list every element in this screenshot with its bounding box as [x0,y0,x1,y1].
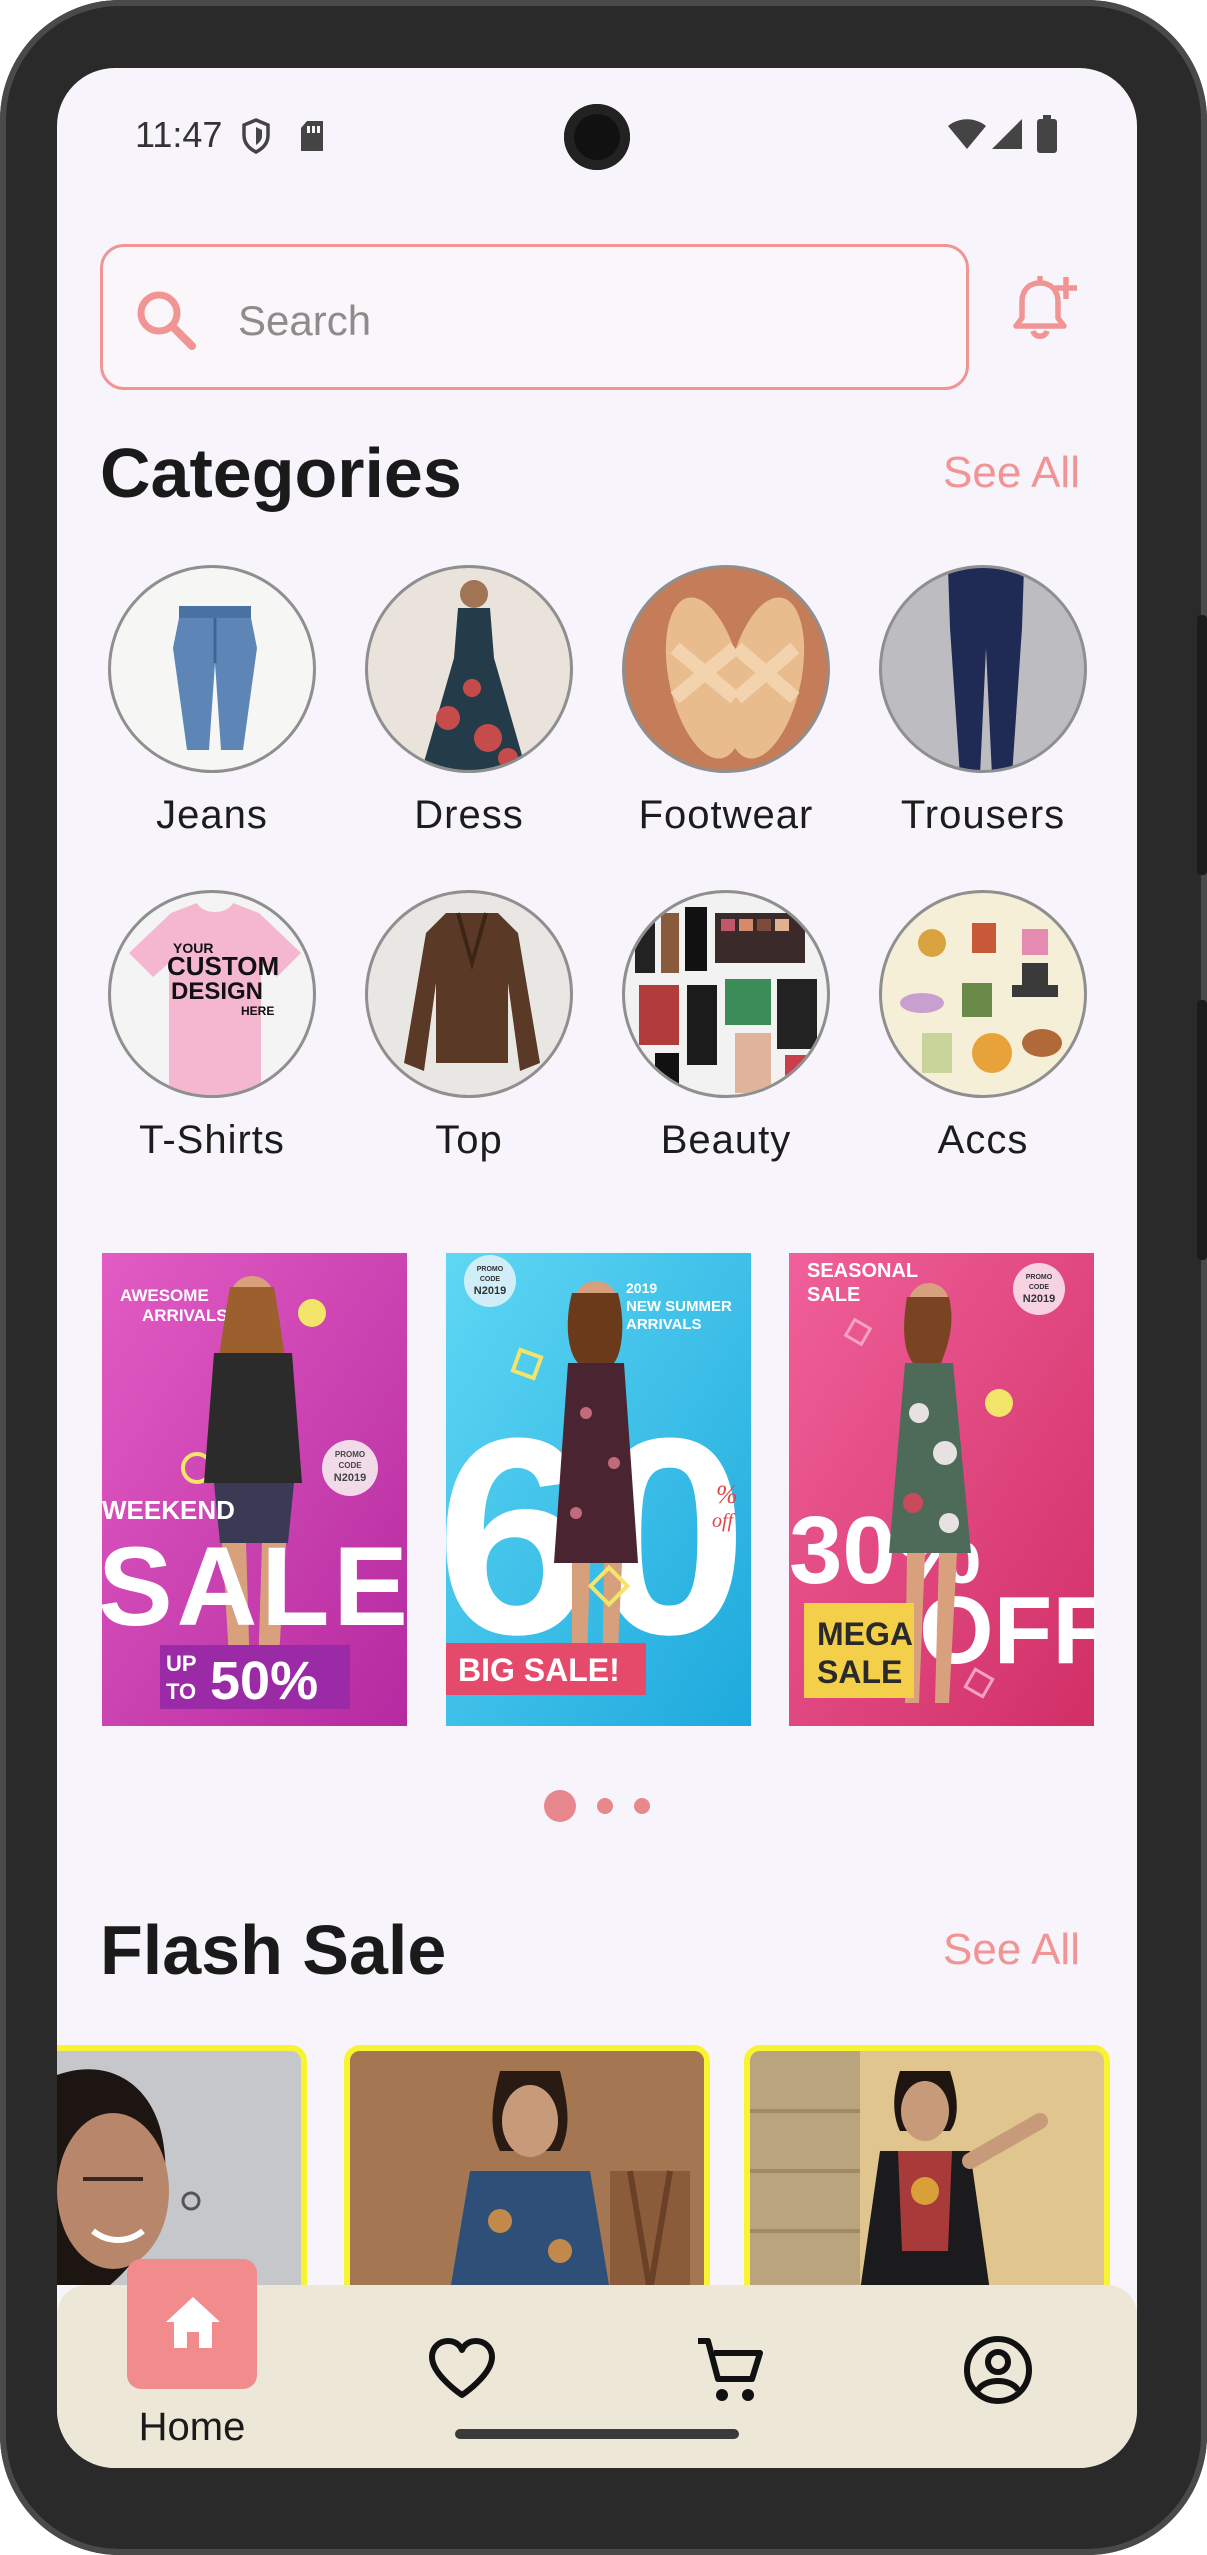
bottom-navigation: Home [57,2259,1137,2468]
volume-button [1197,615,1207,875]
tshirt-print-line-2: CUSTOM [167,951,279,981]
banner-1-percent-text: 50% [210,1651,318,1711]
nav-home-button[interactable] [127,2259,257,2389]
banner-2-percent-sign: % [716,1480,738,1509]
cart-icon[interactable] [694,2335,766,2407]
phone-frame: 11:47 Search Categories See All Jeans Dr… [0,0,1207,2555]
status-bar: 11:47 [57,68,1137,198]
banner-2-tag-text: BIG SALE! [458,1652,620,1688]
dress-image [365,565,573,773]
flash-sale-title: Flash Sale [100,1911,447,1989]
nav-home-label: Home [138,2405,246,2449]
battery-icon [1037,115,1057,153]
banner-1-up-text: UP [166,1651,197,1676]
banner-3-top-line-1: SEASONAL [807,1260,918,1282]
banner-3-mega-text: MEGA [817,1616,913,1652]
search-input[interactable]: Search [100,244,969,390]
trousers-image [879,565,1087,773]
jeans-image [108,565,316,773]
category-t-shirts[interactable]: YOUR CUSTOM DESIGN HERE T-Shirts [102,890,322,1163]
carousel-dot[interactable] [634,1798,650,1814]
top-image [365,890,573,1098]
category-jeans[interactable]: Jeans [102,565,322,838]
category-label: Jeans [156,793,268,837]
banner-1-top-line-1: AWESOME [120,1286,209,1305]
footwear-image [622,565,830,773]
category-label: Beauty [660,1118,792,1162]
banner-1-badge-line-2: CODE [338,1461,362,1470]
shield-icon [242,118,270,154]
carousel-dot-active[interactable] [544,1790,576,1822]
category-label: Footwear [638,793,814,837]
category-top[interactable]: Top [359,890,579,1163]
banner-3-badge-line-2: CODE [1029,1284,1050,1291]
flash-sale-card[interactable] [57,2045,307,2285]
promo-banner-2[interactable]: PROMO CODE N2019 2019 NEW SUMMER ARRIVAL… [446,1253,751,1726]
accessories-image [879,890,1087,1098]
banner-1-sale-text: SALE [102,1524,407,1649]
banner-2-top-line-3: ARRIVALS [626,1316,702,1333]
banner-3-top-line-2: SALE [807,1284,860,1306]
banner-2-badge-line-1: PROMO [477,1266,504,1273]
heart-icon[interactable] [427,2337,497,2401]
categories-title: Categories [100,434,462,512]
t-shirts-image: YOUR CUSTOM DESIGN HERE [108,890,316,1098]
gesture-bar[interactable] [455,2429,739,2439]
promo-banner-3[interactable]: SEASONAL SALE PROMO CODE N2019 30% OFF M… [789,1253,1094,1726]
front-camera [564,104,630,170]
banner-3-badge-line-1: PROMO [1026,1274,1053,1281]
beauty-image [622,890,830,1098]
app-screen: 11:47 Search Categories See All Jeans Dr… [57,68,1137,2468]
banner-1-badge-line-3: N2019 [334,1472,366,1484]
category-label: Trousers [900,793,1066,837]
power-button [1197,1000,1207,1260]
category-dress[interactable]: Dress [359,565,579,838]
banner-2-off-text: off [712,1510,736,1532]
banner-2-badge-line-3: N2019 [474,1285,506,1297]
promo-banner-1[interactable]: PROMO CODE N2019 AWESOME ARRIVALS WEEKEN… [102,1253,407,1726]
banner-1-weekend-text: WEEKEND [102,1495,235,1525]
banner-3-mega-sale-text: SALE [817,1654,902,1690]
banner-3-badge-line-3: N2019 [1023,1293,1055,1305]
category-beauty[interactable]: Beauty [616,890,836,1163]
banner-2-top-line-2: NEW SUMMER [626,1298,732,1315]
category-label: Accs [937,1118,1029,1162]
categories-see-all-link[interactable]: See All [943,448,1080,498]
search-placeholder: Search [238,297,372,344]
category-trousers[interactable]: Trousers [873,565,1093,838]
flash-sale-card[interactable] [744,2045,1110,2285]
category-label: Top [435,1118,503,1162]
banner-1-top-line-2: ARRIVALS [142,1306,228,1325]
carousel-dot[interactable] [597,1798,613,1814]
flash-sale-card[interactable] [344,2045,710,2285]
banner-2-badge-line-2: CODE [480,1276,501,1283]
status-time: 11:47 [135,114,223,155]
home-icon [166,2297,220,2348]
category-footwear[interactable]: Footwear [616,565,836,838]
category-label: Dress [414,793,524,837]
sim-card-icon [301,121,323,151]
flash-sale-see-all-link[interactable]: See All [943,1925,1080,1975]
search-icon [137,291,196,350]
tshirt-print-line-3: DESIGN [171,978,263,1005]
wifi-icon [948,119,986,149]
bell-plus-icon[interactable] [1004,268,1084,348]
category-accs[interactable]: Accs [873,890,1093,1163]
category-label: T-Shirts [139,1118,285,1162]
cell-signal-icon [992,119,1022,149]
account-icon[interactable] [961,2333,1035,2407]
banner-1-badge-line-1: PROMO [335,1450,365,1459]
banner-2-top-line-1: 2019 [626,1280,657,1296]
tshirt-print-line-4: HERE [241,1004,274,1018]
banner-1-to-text: TO [166,1679,196,1704]
